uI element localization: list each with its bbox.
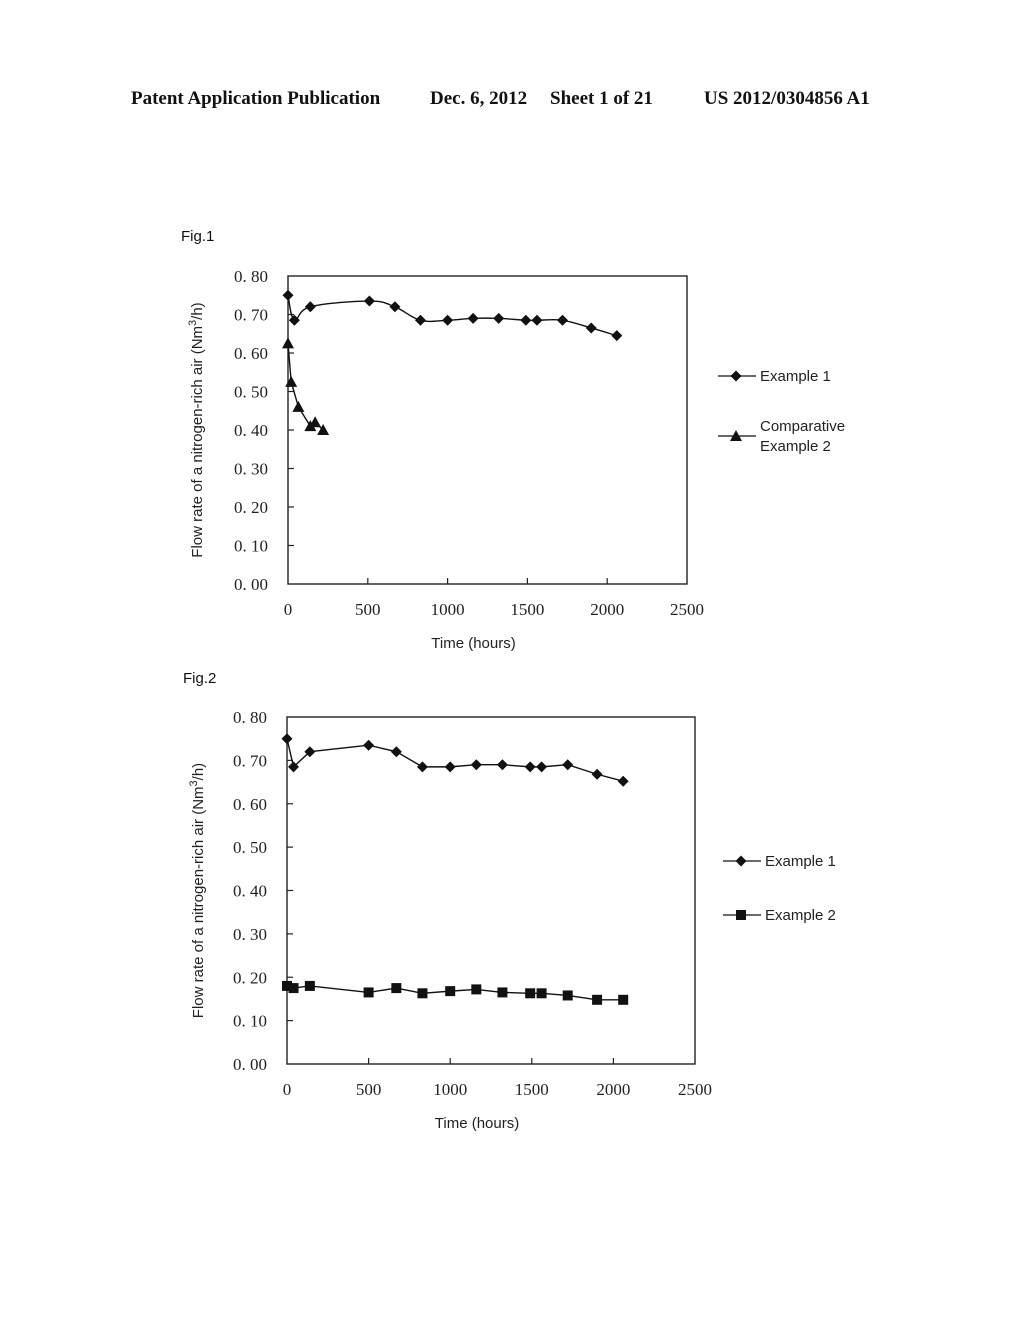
y-axis-title: Flow rate of a nitrogen-rich air (Nm3/h) bbox=[188, 763, 207, 1018]
data-point-diamond bbox=[363, 739, 375, 751]
data-point-diamond bbox=[536, 761, 548, 773]
y-tick-label: 0. 60 bbox=[233, 795, 267, 814]
data-point-diamond bbox=[617, 775, 629, 787]
x-tick-label: 1000 bbox=[433, 1080, 467, 1099]
data-point-square bbox=[497, 987, 508, 998]
data-point-square bbox=[525, 988, 536, 999]
y-tick-label: 0. 10 bbox=[233, 1012, 267, 1031]
y-tick-label: 0. 20 bbox=[233, 968, 267, 987]
legend-diamond-icon bbox=[735, 855, 747, 867]
y-tick-label: 0. 50 bbox=[233, 838, 267, 857]
data-point-square bbox=[536, 988, 547, 999]
data-point-square bbox=[417, 988, 428, 999]
data-point-square bbox=[288, 983, 299, 994]
data-point-square bbox=[363, 987, 374, 998]
legend-label: Example 2 bbox=[765, 907, 836, 924]
data-point-square bbox=[471, 984, 482, 995]
x-tick-label: 1500 bbox=[515, 1080, 549, 1099]
series-line-example-1 bbox=[286, 738, 624, 782]
plot-frame bbox=[286, 716, 696, 1065]
x-tick-label: 2500 bbox=[678, 1080, 712, 1099]
x-axis-title: Time (hours) bbox=[435, 1115, 519, 1132]
y-tick-label: 0. 70 bbox=[233, 751, 267, 770]
data-point-diamond bbox=[591, 768, 603, 780]
figure-2-chart: 0. 00 0. 10 0. 20 0. 30 0. 40 0. 50 0. 60 0. 70… bbox=[188, 708, 836, 1132]
data-point-diamond bbox=[562, 759, 574, 771]
legend-square-icon bbox=[736, 910, 746, 920]
data-point-square bbox=[562, 990, 573, 1001]
data-point-square bbox=[592, 994, 603, 1005]
y-tick-label: 0. 80 bbox=[233, 708, 267, 727]
y-tick-label: 0. 40 bbox=[233, 882, 267, 901]
data-point-diamond bbox=[496, 759, 508, 771]
x-tick-label: 500 bbox=[356, 1080, 382, 1099]
data-point-diamond bbox=[281, 733, 293, 745]
legend-label: Example 1 bbox=[765, 853, 836, 870]
data-point-diamond bbox=[390, 746, 402, 758]
data-point-square bbox=[618, 994, 629, 1005]
x-tick-label: 2000 bbox=[596, 1080, 630, 1099]
y-tick-label: 0. 00 bbox=[233, 1055, 267, 1074]
data-point-diamond bbox=[524, 761, 536, 773]
data-point-diamond bbox=[470, 759, 482, 771]
x-tick-label: 0 bbox=[283, 1080, 292, 1099]
y-tick-label: 0. 30 bbox=[233, 925, 267, 944]
data-point-diamond bbox=[444, 761, 456, 773]
data-point-square bbox=[445, 986, 456, 997]
data-point-diamond bbox=[416, 761, 428, 773]
data-point-square bbox=[304, 980, 315, 991]
data-point-square bbox=[391, 983, 402, 994]
